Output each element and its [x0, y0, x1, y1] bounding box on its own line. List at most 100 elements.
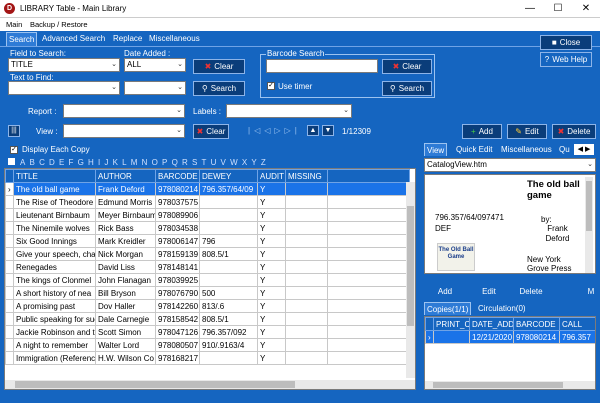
tab-copies[interactable]: Copies(1/1) — [424, 302, 472, 315]
preview-file-select[interactable]: CatalogView.htm ⌄ — [424, 158, 596, 172]
table-cell[interactable]: 978158542 — [155, 312, 200, 326]
tab-search[interactable]: Search — [6, 32, 38, 46]
copies-more-button[interactable]: M — [584, 284, 598, 299]
table-row[interactable]: A night to remember Walter Lord 978080507 9… — [5, 338, 410, 352]
copies-row[interactable]: › 12/21/2020 978080214 796.357 — [425, 330, 595, 344]
copies-column-header[interactable]: BARCODE — [513, 317, 560, 331]
table-cell[interactable] — [285, 338, 328, 352]
table-cell[interactable]: A short history of nea — [13, 286, 96, 300]
table-cell[interactable]: Frank Deford — [95, 182, 156, 196]
add-button[interactable]: + Add — [462, 124, 502, 139]
table-cell[interactable] — [285, 286, 328, 300]
tab-circulation[interactable]: Circulation(0) — [476, 302, 528, 316]
table-row[interactable]: › The old ball game Frank Deford 978080214 7… — [5, 182, 410, 196]
copies-column-header[interactable]: CALL — [559, 317, 595, 331]
table-cell[interactable] — [285, 208, 328, 222]
table-cell[interactable]: 796.357/092 — [199, 325, 258, 339]
table-cell[interactable]: Nick Morgan — [95, 247, 156, 261]
sort-down-icon[interactable]: ▼ — [322, 125, 334, 136]
table-cell[interactable]: Y — [257, 286, 286, 300]
table-cell[interactable]: 796 — [199, 234, 258, 248]
close-window-icon[interactable]: ✕ — [572, 0, 600, 18]
copies-add-button[interactable]: Add — [430, 284, 460, 299]
column-header-dewey[interactable]: DEWEY — [199, 169, 258, 183]
table-cell[interactable]: John Flanagan — [95, 273, 156, 287]
table-cell[interactable]: Immigration (Referenc — [13, 351, 96, 365]
letter-filter-z[interactable]: Z — [261, 158, 266, 167]
table-cell[interactable]: Y — [257, 247, 286, 261]
table-cell[interactable]: 978039925 — [155, 273, 200, 287]
table-cell[interactable]: 12/21/2020 — [469, 330, 514, 344]
letter-filter-e[interactable]: E — [59, 158, 64, 167]
copies-delete-button[interactable]: Delete — [512, 284, 550, 299]
table-cell[interactable]: Y — [257, 182, 286, 196]
table-cell[interactable]: Walter Lord — [95, 338, 156, 352]
table-cell[interactable]: 978080507 — [155, 338, 200, 352]
table-cell[interactable] — [285, 351, 328, 365]
tab-misc[interactable]: Miscellaneous — [499, 143, 554, 157]
table-cell[interactable]: 978047126 — [155, 325, 200, 339]
table-row[interactable]: The Rise of Theodore Edmund Morris 9780375… — [5, 195, 410, 209]
copies-column-header[interactable]: PRINT_C — [433, 317, 470, 331]
letter-filter-l[interactable]: L — [122, 158, 126, 167]
letter-filter-w[interactable]: W — [230, 158, 238, 167]
clear-button[interactable]: ✖ Clear — [193, 59, 245, 74]
table-cell[interactable]: Y — [257, 195, 286, 209]
table-cell[interactable]: Public speaking for suc — [13, 312, 96, 326]
menu-backup-restore[interactable]: Backup / Restore — [30, 20, 88, 29]
table-cell[interactable]: Y — [257, 221, 286, 235]
letter-filter-k[interactable]: K — [113, 158, 118, 167]
table-row[interactable]: A short history of nea Bill Bryson 9780767… — [5, 286, 410, 300]
table-cell[interactable]: 796.357 — [559, 330, 595, 344]
table-cell[interactable]: 978076790 — [155, 286, 200, 300]
column-header-author[interactable]: AUTHOR — [95, 169, 156, 183]
close-button[interactable]: ■ Close — [540, 35, 592, 50]
minimize-icon[interactable]: — — [516, 0, 544, 18]
tab-replace[interactable]: Replace — [111, 32, 144, 46]
table-cell[interactable]: Six Good Innings — [13, 234, 96, 248]
column-header-audit[interactable]: AUDIT — [257, 169, 286, 183]
secondary-select[interactable]: ⌄ — [124, 81, 186, 95]
scroll-thumb[interactable] — [15, 381, 295, 388]
letter-filter-y[interactable]: Y — [251, 158, 256, 167]
tab-quick-edit[interactable]: Quick Edit — [454, 143, 494, 157]
table-row[interactable]: Lieutenant Birnbaum Meyer Birnbaum 9780899… — [5, 208, 410, 222]
table-cell[interactable]: Scott Simon — [95, 325, 156, 339]
tab-scroll-icon[interactable]: ◀ ▶ — [574, 144, 594, 155]
table-cell[interactable]: 978148141 — [155, 260, 200, 274]
table-cell[interactable] — [285, 325, 328, 339]
table-row[interactable]: Six Good Innings Mark Kreidler 978006147 79… — [5, 234, 410, 248]
table-cell[interactable]: 978006147 — [155, 234, 200, 248]
delete-button[interactable]: ✖ Delete — [552, 124, 596, 139]
table-cell[interactable]: Y — [257, 312, 286, 326]
table-cell[interactable]: 978080214 — [155, 182, 200, 196]
horizontal-scrollbar[interactable] — [5, 380, 415, 389]
table-cell[interactable] — [285, 221, 328, 235]
letter-filter-j[interactable]: J — [104, 158, 108, 167]
table-cell[interactable]: Renegades — [13, 260, 96, 274]
search-button[interactable]: ⚲ Search — [193, 81, 245, 96]
table-cell[interactable]: 500 — [199, 286, 258, 300]
table-cell[interactable]: Edmund Morris — [95, 195, 156, 209]
text-to-find-input[interactable]: ⌄ — [8, 81, 120, 95]
column-header-missing[interactable]: MISSING — [285, 169, 328, 183]
table-cell[interactable]: Y — [257, 234, 286, 248]
table-cell[interactable]: 978034538 — [155, 221, 200, 235]
letter-filter-m[interactable]: M — [131, 158, 138, 167]
table-cell[interactable]: Y — [257, 260, 286, 274]
table-cell[interactable]: 978142260 — [155, 299, 200, 313]
view-clear-button[interactable]: ✖ Clear — [193, 124, 229, 139]
table-row[interactable]: Public speaking for suc Dale Carnegie 9781… — [5, 312, 410, 326]
table-cell[interactable]: Mark Kreidler — [95, 234, 156, 248]
view-select[interactable]: ⌄ — [63, 124, 185, 138]
table-row[interactable]: A promising past Dov Haller 978142260 813/.… — [5, 299, 410, 313]
all-letters-icon[interactable] — [8, 158, 15, 165]
letter-filter-f[interactable]: F — [69, 158, 74, 167]
report-select[interactable]: ⌄ — [63, 104, 185, 118]
letter-filter-a[interactable]: A — [20, 158, 25, 167]
table-cell[interactable]: Give your speech, cha — [13, 247, 96, 261]
table-cell[interactable]: A night to remember — [13, 338, 96, 352]
table-cell[interactable]: Y — [257, 208, 286, 222]
table-cell[interactable]: Y — [257, 273, 286, 287]
record-navigator-icon[interactable]: |◁◁▷▷| — [248, 126, 301, 135]
